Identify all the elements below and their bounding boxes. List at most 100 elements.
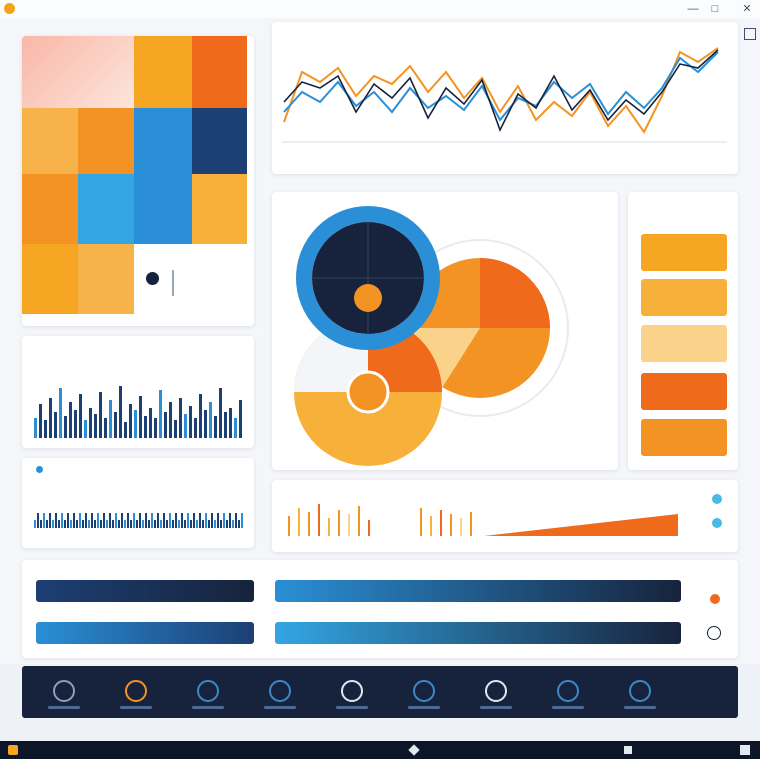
maximize-icon[interactable]: □ [708,2,722,16]
histogram-panel [22,336,254,448]
metric-button[interactable] [641,279,727,316]
strip-bar [115,513,117,528]
strip-bar [106,520,108,528]
histogram-bar [129,404,132,438]
kpi-tile[interactable] [192,36,247,108]
nav-globe-button[interactable] [610,674,670,718]
trend-bars [288,504,678,536]
metric-button[interactable] [641,325,727,362]
histogram-bar [194,418,197,438]
strip-bar [103,513,105,528]
strip-bar [148,520,150,528]
strip-bar [52,520,54,528]
histogram-bar [49,398,52,438]
strip-bar [40,520,42,528]
strip-bar [214,520,216,528]
strip-bar [205,513,207,528]
kpi-tile[interactable] [134,36,192,108]
clock-icon[interactable] [707,626,721,640]
divider [172,270,174,296]
metric-button[interactable] [641,234,727,271]
histogram-bar [39,404,42,438]
strip-bar [154,520,156,528]
histogram-bar [154,418,157,438]
histogram-bar [169,402,172,438]
kpi-tile[interactable] [134,174,192,244]
nav-chart-button[interactable] [34,674,94,718]
histogram-bar [94,414,97,438]
strip-bar [181,513,183,528]
histogram-bar [34,418,37,438]
kpi-tile[interactable] [192,174,247,244]
strip-bar [238,520,240,528]
nav-shield-button[interactable] [394,674,454,718]
metric-button[interactable] [641,373,727,410]
minimize-icon[interactable]: — [686,2,700,16]
kpi-tile[interactable] [22,244,78,314]
strip-bar [211,513,213,528]
histogram-bar [184,414,187,438]
kpi-tile[interactable] [134,108,192,174]
nav-settings-button[interactable] [106,674,166,718]
nav-globe-button[interactable] [178,674,238,718]
strip-bar [241,513,243,528]
strip-bar [175,513,177,528]
progress-bar[interactable] [36,622,254,644]
close-icon[interactable]: ✕ [740,2,754,16]
kpi-tile[interactable] [22,174,78,244]
status-dot-icon [146,272,159,285]
strip-bar [187,513,189,528]
kpi-tile[interactable] [22,108,78,174]
strip-bar [91,513,93,528]
panel-expand-icon[interactable] [744,28,756,40]
strip-bar [196,520,198,528]
strip-bar [118,520,120,528]
toggle-icon[interactable] [712,518,722,528]
histogram-bar [159,390,162,438]
histogram-bar [74,410,77,438]
app-logo-icon [4,3,15,14]
nav-user-button[interactable] [538,674,598,718]
progress-bar[interactable] [275,580,681,602]
nav-tab-strip [34,674,722,718]
histogram-bar [239,400,242,438]
strip-bar [46,520,48,528]
histogram-bar [64,416,67,438]
tray-icon[interactable] [624,746,632,754]
histogram-bar [84,420,87,438]
nav-gauge-button[interactable] [322,674,382,718]
strip-bar [85,513,87,528]
strip-bar [199,513,201,528]
histogram-bar [234,418,237,438]
bar-strip-panel [22,458,254,548]
progress-bar[interactable] [36,580,254,602]
strip-bar [178,520,180,528]
strip-bar [37,513,39,528]
nav-user-button[interactable] [250,674,310,718]
kpi-tile[interactable] [78,174,134,244]
start-icon[interactable] [8,745,18,755]
strip-bar [97,513,99,528]
histogram-bar [44,420,47,438]
tray-icon[interactable] [408,744,420,756]
line-chart-panel [272,22,738,174]
histogram-bar [59,388,62,438]
trend-bar-panel [272,480,738,552]
toggle-icon[interactable] [712,494,722,504]
strip-bar [112,520,114,528]
histogram-bar [104,418,107,438]
kpi-tile[interactable] [192,108,247,174]
metric-button[interactable] [641,419,727,456]
strip-bar [124,520,126,528]
strip-bar [100,520,102,528]
strip-bar [82,520,84,528]
nav-clock-button[interactable] [466,674,526,718]
notification-icon[interactable] [740,745,750,755]
strip-bar [172,520,174,528]
kpi-tile[interactable] [78,244,134,314]
progress-bar[interactable] [275,622,681,644]
strip-bar [88,520,90,528]
kpi-tile[interactable] [78,108,134,174]
gear-icon[interactable] [710,594,720,604]
kpi-tile[interactable] [22,36,134,108]
